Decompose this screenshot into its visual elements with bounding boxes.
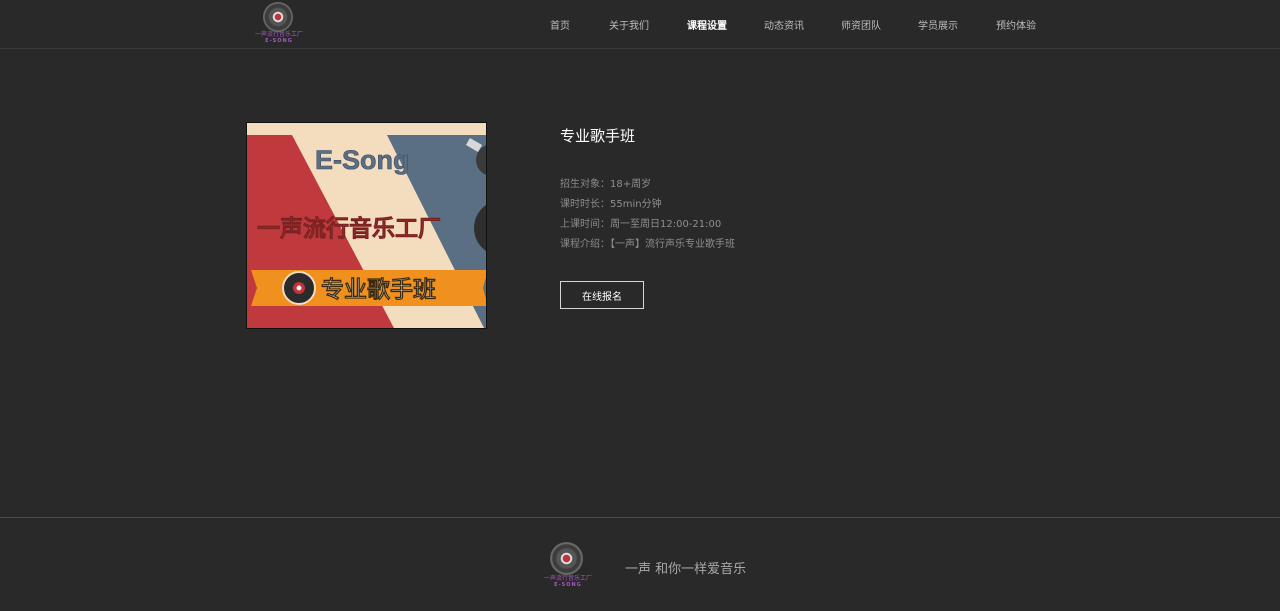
banner-ribbon-text: 专业歌手班 xyxy=(321,276,436,303)
course-info: 专业歌手班 招生对象：18+周岁 课时时长：55min分钟 上课时间：周一至周日… xyxy=(560,127,960,309)
detail-intro: 课程介绍：【一声】流行声乐专业歌手班 xyxy=(560,239,735,251)
detail-value: 【一声】流行声乐专业歌手班 xyxy=(610,239,735,250)
course-banner-image[interactable]: E-Song 一声流行音乐工厂 专业歌手班 xyxy=(246,122,487,329)
detail-target-age: 招生对象：18+周岁 xyxy=(560,179,651,191)
footer-logo-text-en: E-SONG xyxy=(554,582,582,588)
logo-text-cn: 一声流行音乐工厂 xyxy=(254,31,303,38)
detail-value: 周一至周日12:00-21:00 xyxy=(610,219,722,230)
detail-label: 招生对象： xyxy=(560,179,610,190)
nav-item-teachers[interactable]: 师资团队 xyxy=(841,17,881,32)
nav-item-about[interactable]: 关于我们 xyxy=(609,17,649,32)
nav-item-booking[interactable]: 预约体验 xyxy=(996,17,1036,32)
vinyl-disc-icon xyxy=(550,542,583,575)
detail-label: 课时时长： xyxy=(560,199,610,210)
nav-item-courses[interactable]: 课程设置 xyxy=(687,17,727,32)
vinyl-disc-icon xyxy=(263,2,293,32)
footer-logo-text-cn: 一声流行音乐工厂 xyxy=(543,575,592,582)
detail-schedule: 上课时间：周一至周日12:00-21:00 xyxy=(560,219,721,231)
detail-value: 18+周岁 xyxy=(610,179,652,190)
site-logo[interactable]: 一声流行音乐工厂 E-SONG xyxy=(254,2,304,46)
footer-logo[interactable]: 一声流行音乐工厂 E-SONG xyxy=(540,542,596,592)
footer-slogan: 一声 和你一样爱音乐 xyxy=(625,562,747,577)
detail-label: 课程介绍： xyxy=(560,239,610,250)
header: 一声流行音乐工厂 E-SONG 首页 关于我们 课程设置 动态资讯 师资团队 学… xyxy=(0,0,1280,49)
online-signup-button[interactable]: 在线报名 xyxy=(560,281,644,309)
nav-item-students[interactable]: 学员展示 xyxy=(918,17,958,32)
course-title: 专业歌手班 xyxy=(560,127,636,145)
banner-headline: 一声流行音乐工厂 xyxy=(257,215,441,242)
banner-graphic: E-Song 一声流行音乐工厂 专业歌手班 xyxy=(247,123,486,328)
footer: 一声流行音乐工厂 E-SONG 一声 和你一样爱音乐 xyxy=(0,517,1280,611)
detail-label: 上课时间： xyxy=(560,219,610,230)
detail-duration: 课时时长：55min分钟 xyxy=(560,199,662,211)
detail-value: 55min分钟 xyxy=(610,199,662,210)
nav-item-news[interactable]: 动态资讯 xyxy=(764,17,804,32)
logo-text-en: E-SONG xyxy=(265,38,293,44)
nav-item-home[interactable]: 首页 xyxy=(550,17,570,32)
banner-brand-text: E-Song xyxy=(315,145,410,175)
